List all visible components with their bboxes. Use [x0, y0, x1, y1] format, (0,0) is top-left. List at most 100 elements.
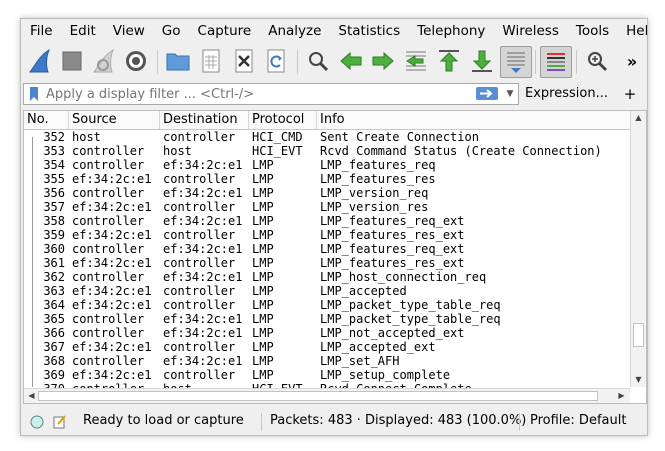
apply-filter-arrow-icon[interactable] — [476, 87, 498, 100]
table-row[interactable]: 360 controller ef:34:2c:e1 LMP LMP_features_… — [24, 242, 630, 256]
add-filter-button[interactable]: + — [621, 83, 639, 105]
go-to-packet-icon[interactable] — [401, 46, 431, 76]
cell-destination: controller — [163, 130, 236, 144]
cell-source: ef:34:2c:e1 — [72, 298, 152, 312]
column-header-destination[interactable]: Destination — [160, 111, 249, 129]
column-header-source[interactable]: Source — [69, 111, 160, 129]
scroll-left-icon[interactable]: ◀ — [24, 389, 39, 403]
cell-info: LMP_host_connection_req — [320, 270, 487, 284]
autoscroll-icon[interactable] — [500, 46, 532, 78]
menu-file[interactable]: File — [21, 19, 61, 43]
scroll-up-icon[interactable]: ▲ — [631, 111, 646, 125]
table-row[interactable]: 365 controller ef:34:2c:e1 LMP LMP_packet_ty… — [24, 312, 630, 326]
scroll-right-icon[interactable]: ▶ — [614, 389, 629, 403]
menu-bar: File Edit View Go Capture Analyze Statis… — [21, 19, 647, 43]
vertical-scroll-thumb[interactable] — [633, 323, 644, 347]
go-forward-arrow-icon[interactable] — [368, 46, 398, 76]
stop-square-icon[interactable] — [57, 46, 87, 76]
menu-edit[interactable]: Edit — [61, 19, 104, 43]
table-row[interactable]: 355 ef:34:2c:e1 controller LMP LMP_features_… — [24, 172, 630, 186]
cell-protocol: HCI_EVT — [252, 144, 303, 158]
toolbar-separator — [157, 50, 158, 74]
zoom-in-icon[interactable] — [582, 46, 612, 76]
table-row[interactable]: 356 controller ef:34:2c:e1 LMP LMP_version_r… — [24, 186, 630, 200]
menu-telephony[interactable]: Telephony — [408, 19, 493, 43]
status-ready-text: Ready to load or capture — [83, 413, 244, 428]
horizontal-scroll-thumb[interactable] — [38, 391, 598, 401]
cell-destination: ef:34:2c:e1 — [163, 312, 243, 326]
table-row[interactable]: 364 ef:34:2c:e1 controller LMP LMP_packet_ty… — [24, 298, 630, 312]
table-row[interactable]: 353 controller host HCI_EVT Rcvd Command Sta… — [24, 144, 630, 158]
cell-number: 368 — [43, 354, 65, 368]
table-row[interactable]: 366 controller ef:34:2c:e1 LMP LMP_not_accep… — [24, 326, 630, 340]
display-filter-bar: ▼ Expression... + — [21, 81, 647, 107]
table-row[interactable]: 362 controller ef:34:2c:e1 LMP LMP_host_conn… — [24, 270, 630, 284]
cell-destination: controller — [163, 228, 236, 242]
scroll-down-icon[interactable]: ▼ — [631, 373, 646, 387]
gear-options-icon[interactable] — [121, 46, 151, 76]
menu-analyze[interactable]: Analyze — [259, 19, 329, 43]
table-row[interactable]: 358 controller ef:34:2c:e1 LMP LMP_features_… — [24, 214, 630, 228]
cell-info: LMP_not_accepted_ext — [320, 326, 465, 340]
cell-info: LMP_features_req_ext — [320, 214, 465, 228]
table-row[interactable]: 363 ef:34:2c:e1 controller LMP LMP_accepted — [24, 284, 630, 298]
cell-info: LMP_features_req_ext — [320, 242, 465, 256]
cell-source: ef:34:2c:e1 — [72, 200, 152, 214]
colorize-icon[interactable] — [540, 46, 572, 78]
cell-number: 362 — [43, 270, 65, 284]
cell-source: controller — [72, 270, 145, 284]
toolbar-separator — [535, 50, 536, 74]
menu-statistics[interactable]: Statistics — [329, 19, 408, 43]
menu-tools[interactable]: Tools — [567, 19, 617, 43]
menu-wireless[interactable]: Wireless — [493, 19, 567, 43]
status-profile-text[interactable]: Profile: Default — [530, 413, 626, 428]
table-row[interactable]: 368 controller ef:34:2c:e1 LMP LMP_set_AFH — [24, 354, 630, 368]
search-icon[interactable] — [303, 46, 333, 76]
column-header-no[interactable]: No. — [24, 111, 69, 129]
cell-number: 363 — [43, 284, 65, 298]
expert-info-icon[interactable] — [30, 415, 44, 429]
cell-number: 355 — [43, 172, 65, 186]
cell-protocol: LMP — [252, 284, 274, 298]
cell-protocol: LMP — [252, 270, 274, 284]
bookmark-icon[interactable] — [30, 87, 38, 101]
menu-go[interactable]: Go — [153, 19, 189, 43]
table-row[interactable]: 354 controller ef:34:2c:e1 LMP LMP_features_… — [24, 158, 630, 172]
table-row[interactable]: 369 ef:34:2c:e1 controller LMP LMP_setup_com… — [24, 368, 630, 382]
table-row[interactable]: 357 ef:34:2c:e1 controller LMP LMP_version_r… — [24, 200, 630, 214]
table-row[interactable]: 352 host controller HCI_CMD Sent Create Conn… — [24, 130, 630, 144]
menu-capture[interactable]: Capture — [189, 19, 260, 43]
menu-view[interactable]: View — [104, 19, 153, 43]
file-grid-icon[interactable] — [196, 46, 226, 76]
cell-destination: controller — [163, 368, 236, 382]
status-separator — [261, 413, 262, 431]
vertical-scrollbar[interactable]: ▲ ▼ — [630, 111, 646, 387]
cell-protocol: LMP — [252, 256, 274, 270]
table-row[interactable]: 359 ef:34:2c:e1 controller LMP LMP_features_… — [24, 228, 630, 242]
cell-protocol: LMP — [252, 340, 274, 354]
display-filter-input[interactable] — [46, 85, 466, 103]
packet-list: No. Source Destination Protocol Info 352… — [23, 110, 647, 404]
packet-list-header: No. Source Destination Protocol Info — [24, 111, 630, 130]
cell-source: ef:34:2c:e1 — [72, 172, 152, 186]
go-last-packet-icon[interactable] — [467, 46, 497, 76]
folder-open-icon[interactable] — [163, 46, 193, 76]
expression-button[interactable]: Expression... — [525, 83, 608, 105]
column-header-info[interactable]: Info — [317, 111, 630, 129]
capture-comment-icon[interactable] — [53, 414, 67, 429]
go-back-arrow-icon[interactable] — [336, 46, 366, 76]
restart-shark-fin-icon[interactable] — [89, 46, 119, 76]
column-header-protocol[interactable]: Protocol — [249, 111, 317, 129]
cell-destination: controller — [163, 256, 236, 270]
table-row[interactable]: 361 ef:34:2c:e1 controller LMP LMP_features_… — [24, 256, 630, 270]
horizontal-scrollbar[interactable]: ◀ ▶ — [24, 388, 630, 403]
close-file-icon[interactable] — [229, 46, 259, 76]
shark-fin-start-icon[interactable] — [25, 46, 55, 76]
main-toolbar: » — [21, 44, 647, 80]
filter-history-dropdown-icon[interactable]: ▼ — [504, 86, 516, 102]
menu-help[interactable]: Help — [617, 19, 647, 43]
reload-icon[interactable] — [261, 46, 291, 76]
go-first-packet-icon[interactable] — [434, 46, 464, 76]
toolbar-overflow-button[interactable]: » — [621, 46, 643, 76]
table-row[interactable]: 367 ef:34:2c:e1 controller LMP LMP_accepted_… — [24, 340, 630, 354]
